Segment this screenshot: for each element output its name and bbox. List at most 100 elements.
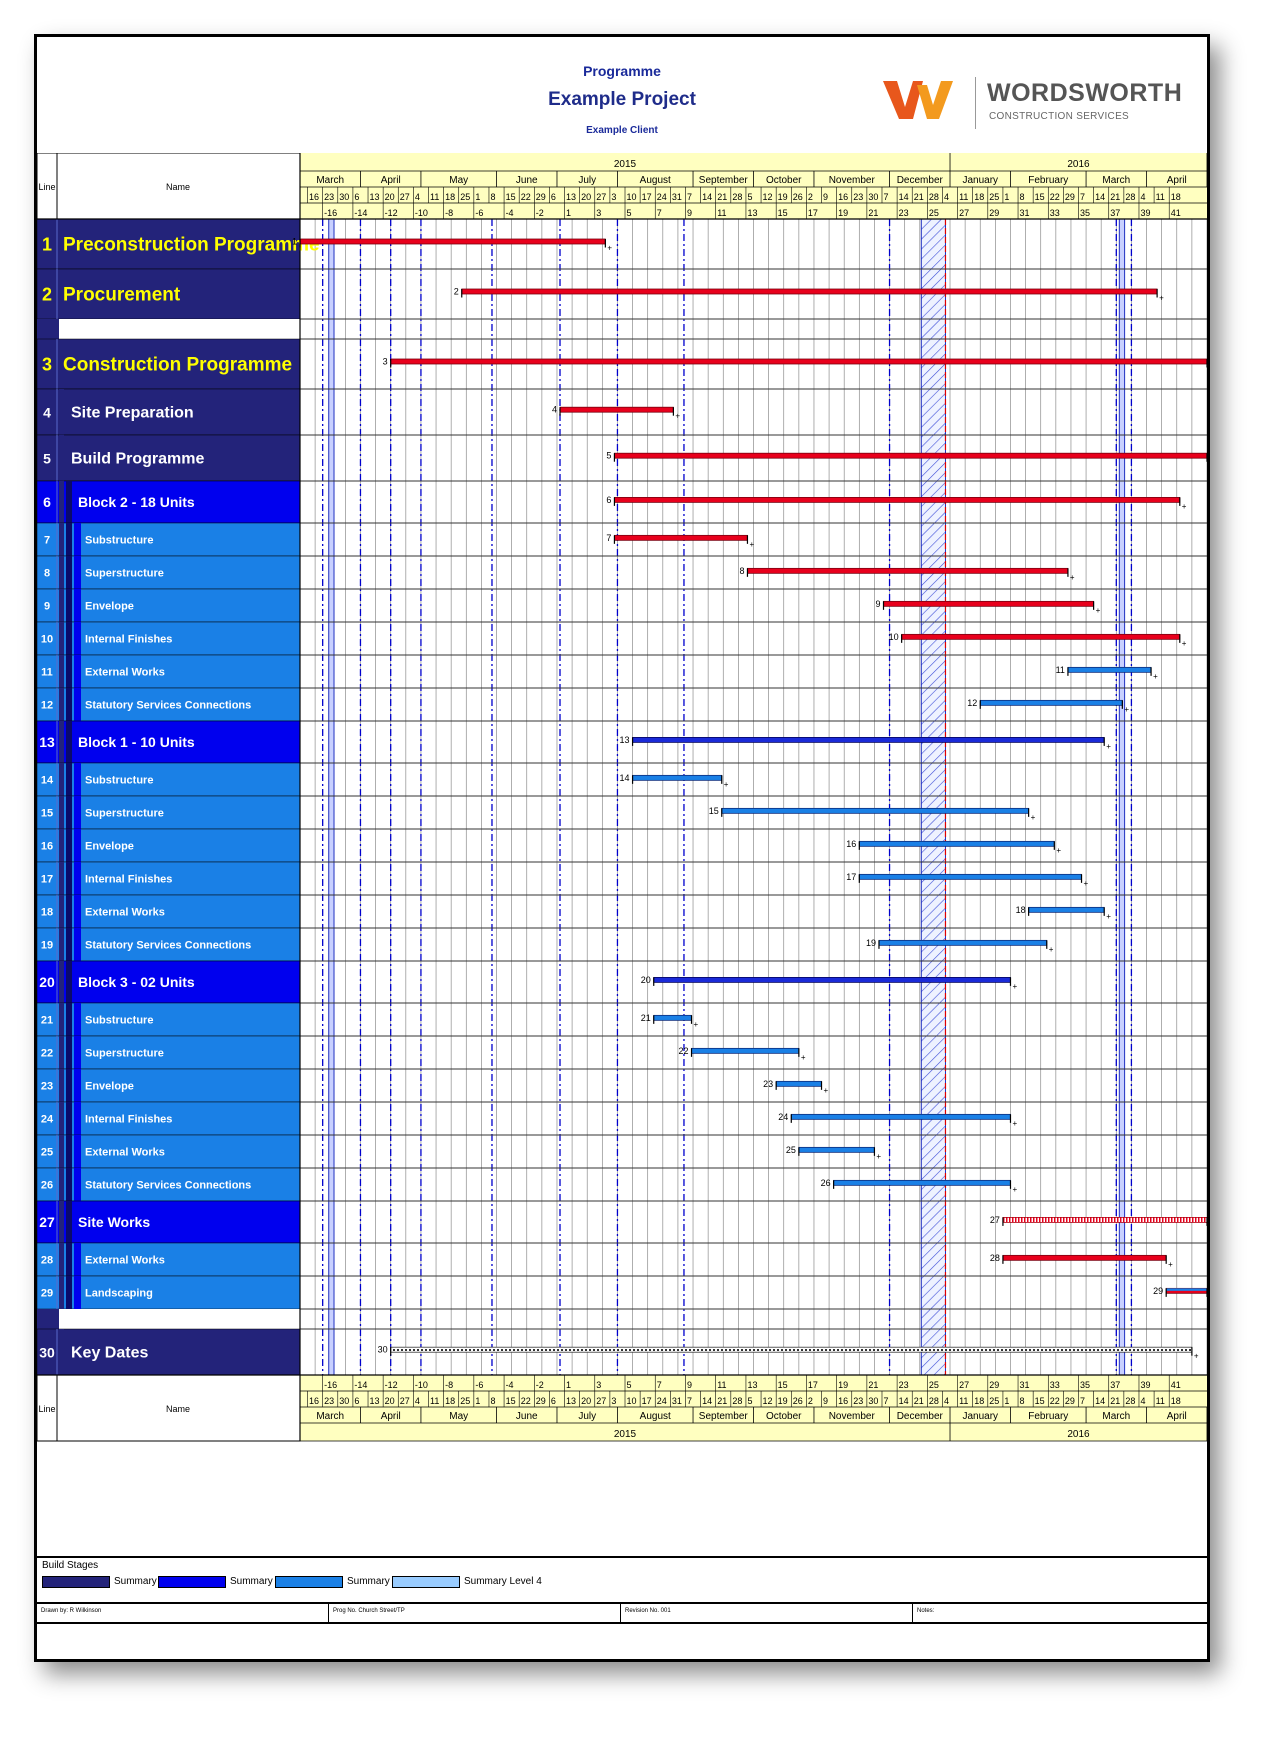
outline-rail xyxy=(59,1243,64,1276)
task-bar xyxy=(653,1014,692,1021)
month-label: March xyxy=(1102,175,1130,186)
task-name: Statutory Services Connections xyxy=(85,1179,251,1191)
year-label: 2015 xyxy=(614,1429,637,1440)
outline-rail xyxy=(66,721,72,763)
outline-rail xyxy=(59,589,64,622)
day-label: 7 xyxy=(1080,192,1085,202)
task-line-number: 1 xyxy=(42,235,52,255)
outline-rail xyxy=(59,895,64,928)
task-bar xyxy=(979,699,1123,706)
day-label: 18 xyxy=(1171,1396,1181,1406)
logo-w-mark-icon xyxy=(883,81,953,119)
bar-id-label: 4 xyxy=(552,405,557,415)
bar-id-label: 30 xyxy=(378,1345,388,1355)
outline-rail xyxy=(66,622,72,655)
bar-link-mark: + xyxy=(1012,1185,1017,1194)
day-label: 12 xyxy=(763,1396,773,1406)
task-bar xyxy=(632,774,723,781)
outline-rail xyxy=(66,928,72,961)
task-line-number: 9 xyxy=(44,600,50,612)
week-label: 33 xyxy=(1050,1380,1060,1390)
task-name: Build Programme xyxy=(71,451,204,468)
bar-id-label: 3 xyxy=(383,357,388,367)
day-label: 14 xyxy=(702,1396,712,1406)
task-line-number: 6 xyxy=(43,494,51,510)
task-bar xyxy=(721,807,1030,814)
name-column-label: Name xyxy=(166,1404,190,1414)
day-label: 15 xyxy=(506,1396,516,1406)
day-label: 11 xyxy=(1156,192,1165,202)
outline-rail xyxy=(66,1243,72,1276)
bar-link-mark: + xyxy=(675,412,680,421)
task-line-number: 16 xyxy=(41,840,53,852)
task-line-number: 26 xyxy=(41,1179,53,1191)
bar-link-mark: + xyxy=(607,244,612,253)
day-label: 24 xyxy=(657,192,667,202)
footer-prog-no: Prog No. Church Street/TP xyxy=(329,1604,621,1622)
bar-link-mark: + xyxy=(801,1053,806,1062)
day-label: 5 xyxy=(747,1396,752,1406)
task-name: Preconstruction Programme xyxy=(63,235,320,256)
task-bar xyxy=(390,1346,1193,1353)
day-label: 7 xyxy=(883,1396,888,1406)
day-label: 7 xyxy=(1080,1396,1085,1406)
task-line-number: 29 xyxy=(41,1287,53,1299)
task-bar xyxy=(747,567,1069,574)
outline-rail xyxy=(59,862,64,895)
bar-id-label: 20 xyxy=(641,975,651,985)
outline-rail xyxy=(59,1135,64,1168)
outline-rail xyxy=(74,928,81,961)
bar-id-label: 29 xyxy=(1153,1286,1163,1296)
spacer-row xyxy=(37,1309,300,1329)
day-label: 18 xyxy=(1171,192,1181,202)
day-label: 30 xyxy=(339,1396,349,1406)
day-label: 27 xyxy=(400,192,410,202)
task-name: Block 1 - 10 Units xyxy=(78,734,195,750)
task-name: Substructure xyxy=(85,1014,153,1026)
day-label: 25 xyxy=(989,192,999,202)
outline-rail xyxy=(66,1135,72,1168)
day-label: 13 xyxy=(370,1396,380,1406)
task-name: Block 3 - 02 Units xyxy=(78,974,195,990)
outline-rail xyxy=(59,961,64,1003)
day-label: 21 xyxy=(1110,1396,1120,1406)
outline-rail xyxy=(59,556,64,589)
week-label: 7 xyxy=(657,1380,662,1390)
outline-rail xyxy=(59,1069,64,1102)
day-label: 29 xyxy=(1065,192,1075,202)
outline-rail xyxy=(66,829,72,862)
task-bar-top xyxy=(1166,1288,1207,1291)
day-label: 23 xyxy=(324,192,334,202)
task-bar xyxy=(632,737,1105,743)
task-name: External Works xyxy=(85,666,165,678)
week-label: -2 xyxy=(536,208,544,218)
week-label: -16 xyxy=(324,1380,337,1390)
outline-rail xyxy=(66,1069,72,1102)
day-label: 1 xyxy=(1004,1396,1009,1406)
day-label: 3 xyxy=(611,192,616,202)
outline-rail xyxy=(74,523,81,556)
day-label: 31 xyxy=(672,192,682,202)
outline-rail xyxy=(59,1168,64,1201)
month-label: January xyxy=(962,175,998,186)
task-bar xyxy=(775,1080,822,1087)
footer-notes: Notes: xyxy=(917,1608,935,1614)
day-label: 13 xyxy=(370,192,380,202)
bar-link-mark: + xyxy=(1153,672,1158,681)
bar-id-label: 28 xyxy=(990,1253,1000,1263)
day-label: 31 xyxy=(672,1396,682,1406)
day-label: 6 xyxy=(354,1396,359,1406)
month-label: March xyxy=(1102,1411,1130,1422)
day-label: 19 xyxy=(778,192,788,202)
bar-link-mark: + xyxy=(1106,912,1111,921)
bar-link-mark: + xyxy=(1194,1352,1199,1361)
outline-rail xyxy=(66,655,72,688)
outline-rail xyxy=(66,556,72,589)
spacer-row xyxy=(37,319,300,339)
outline-rail xyxy=(74,556,81,589)
month-label: November xyxy=(829,175,876,186)
task-bar xyxy=(614,534,748,541)
month-label: June xyxy=(516,175,538,186)
month-label: September xyxy=(699,1411,749,1422)
day-label: 10 xyxy=(627,1396,637,1406)
